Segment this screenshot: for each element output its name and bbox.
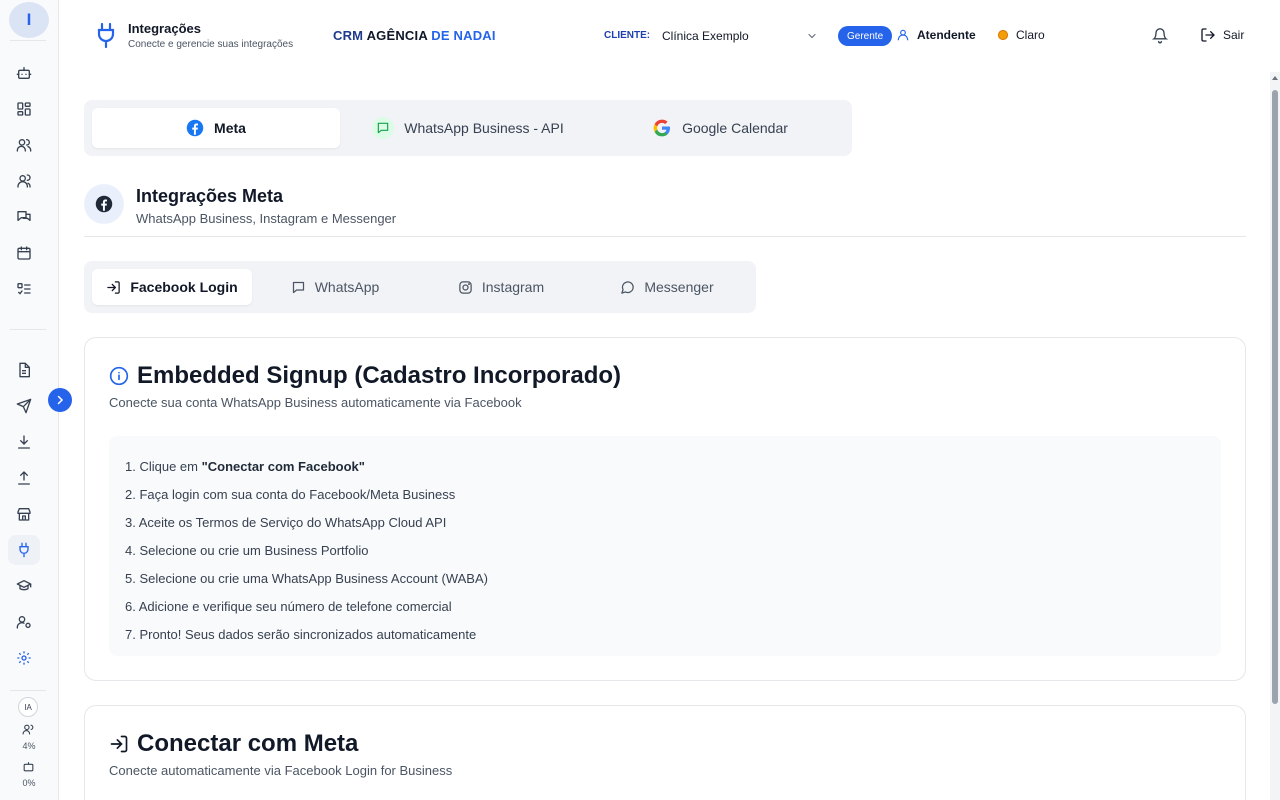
- tab-instagram[interactable]: Instagram: [418, 269, 584, 305]
- list-item: 1. Clique em "Conectar com Facebook": [125, 458, 365, 474]
- facebook-icon: [84, 184, 124, 224]
- sun-icon: [998, 30, 1008, 40]
- users-usage-icon: [19, 722, 37, 736]
- users-usage-value: 4%: [22, 741, 36, 751]
- section-divider: [84, 236, 1246, 237]
- connect-meta-title: Conectar com Meta: [109, 730, 358, 758]
- page-scrollbar[interactable]: [1270, 72, 1280, 800]
- store-icon[interactable]: [14, 504, 34, 524]
- section-subtitle: WhatsApp Business, Instagram e Messenger: [136, 211, 397, 226]
- tab-messenger-label: Messenger: [644, 279, 714, 295]
- document-icon[interactable]: [14, 360, 34, 380]
- tab-whatsapp-api-label: WhatsApp Business - API: [404, 120, 564, 136]
- sidebar-divider: [10, 329, 46, 330]
- google-icon: [652, 118, 672, 138]
- gear-icon[interactable]: [14, 648, 34, 668]
- download-icon[interactable]: [14, 432, 34, 452]
- user-icon: [896, 28, 910, 42]
- bot-icon[interactable]: [14, 63, 34, 83]
- contacts-icon[interactable]: [14, 171, 34, 191]
- logout-button[interactable]: Sair: [1200, 27, 1244, 43]
- list-item: 3. Aceite os Termos de Serviço do WhatsA…: [125, 514, 447, 530]
- sidebar-divider: [10, 690, 46, 691]
- whatsapp-chat-icon: [372, 117, 395, 139]
- tab-facebook-login[interactable]: Facebook Login: [92, 269, 252, 305]
- section-title: Integrações Meta: [136, 186, 284, 206]
- scroll-thumb[interactable]: [1272, 90, 1278, 704]
- list-check-icon[interactable]: [14, 279, 34, 299]
- theme-toggle[interactable]: Claro: [998, 28, 1045, 42]
- instagram-icon: [458, 280, 473, 295]
- user-label: Atendente: [917, 28, 976, 42]
- info-icon: [109, 366, 129, 386]
- client-select-value: Clínica Exemplo: [662, 29, 749, 43]
- bot-usage-icon: [19, 759, 37, 773]
- graduation-cap-icon[interactable]: [14, 576, 34, 596]
- calendar-icon[interactable]: [14, 243, 34, 263]
- embedded-signup-subtitle: Conecte sua conta WhatsApp Business auto…: [109, 395, 522, 410]
- ia-badge[interactable]: IA: [18, 697, 38, 717]
- chat-icon: [291, 280, 306, 295]
- tab-facebook-login-label: Facebook Login: [130, 279, 238, 295]
- plug-icon: [96, 22, 116, 48]
- client-label: CLIENTE:: [604, 30, 651, 41]
- user-settings-icon[interactable]: [14, 612, 34, 632]
- login-icon: [109, 734, 129, 754]
- tab-instagram-label: Instagram: [481, 279, 545, 295]
- connect-meta-card: Conectar com Meta Conecte automaticament…: [84, 705, 1246, 800]
- upload-icon[interactable]: [14, 468, 34, 488]
- login-icon: [106, 280, 121, 295]
- bell-icon[interactable]: [1152, 27, 1168, 44]
- page-subtitle: Conecte e gerencie suas integrações: [128, 39, 294, 50]
- bot-usage-value: 0%: [22, 778, 36, 788]
- chat-icon[interactable]: [14, 207, 34, 227]
- tab-whatsapp[interactable]: WhatsApp: [252, 269, 418, 305]
- avatar[interactable]: I: [9, 2, 49, 38]
- logout-icon: [1200, 27, 1216, 43]
- connect-meta-subtitle: Conecte automaticamente via Facebook Log…: [109, 763, 453, 778]
- brand-logo: CRM AGÊNCIA DE NADAI: [333, 28, 496, 43]
- list-item: 4. Selecione ou crie um Business Portfol…: [125, 542, 369, 558]
- theme-label: Claro: [1016, 28, 1045, 42]
- facebook-icon: [186, 119, 204, 137]
- tab-google-calendar[interactable]: Google Calendar: [596, 108, 844, 148]
- logout-label: Sair: [1223, 28, 1245, 42]
- sidebar-divider: [10, 40, 46, 41]
- scroll-up-arrow[interactable]: [1272, 76, 1278, 80]
- top-header: Integrações Conecte e gerencie suas inte…: [60, 0, 1280, 72]
- integration-tabs: Meta WhatsApp Business - API Google Cale…: [84, 100, 852, 156]
- tab-messenger[interactable]: Messenger: [584, 269, 750, 305]
- signup-steps-list: 1. Clique em "Conectar com Facebook" 2. …: [109, 436, 1221, 656]
- meta-sub-tabs: Facebook Login WhatsApp Instagram Messen…: [84, 261, 756, 313]
- client-select[interactable]: Clínica Exemplo: [654, 24, 818, 48]
- list-item: 6. Adicione e verifique seu número de te…: [125, 598, 452, 614]
- list-item: 7. Pronto! Seus dados serão sincronizado…: [125, 626, 477, 642]
- list-item: 2. Faça login com sua conta do Facebook/…: [125, 486, 456, 502]
- plug-icon[interactable]: [8, 535, 40, 565]
- users-icon[interactable]: [14, 135, 34, 155]
- embedded-signup-title: Embedded Signup (Cadastro Incorporado): [109, 362, 621, 390]
- dashboard-icon[interactable]: [14, 99, 34, 119]
- page-title: Integrações: [128, 21, 201, 36]
- embedded-signup-card: Embedded Signup (Cadastro Incorporado) C…: [84, 337, 1246, 681]
- tab-meta-label: Meta: [214, 120, 246, 136]
- tab-whatsapp-label: WhatsApp: [314, 279, 380, 295]
- list-item: 5. Selecione ou crie uma WhatsApp Busine…: [125, 570, 488, 586]
- chevron-down-icon: [806, 30, 818, 42]
- tab-meta[interactable]: Meta: [92, 108, 340, 148]
- message-circle-icon: [620, 280, 635, 295]
- tab-google-calendar-label: Google Calendar: [682, 120, 788, 136]
- send-icon[interactable]: [14, 396, 34, 416]
- user-menu[interactable]: Atendente: [896, 28, 976, 42]
- sidebar-expand-button[interactable]: [48, 388, 72, 412]
- role-badge: Gerente: [838, 26, 893, 46]
- tab-whatsapp-api[interactable]: WhatsApp Business - API: [340, 108, 596, 148]
